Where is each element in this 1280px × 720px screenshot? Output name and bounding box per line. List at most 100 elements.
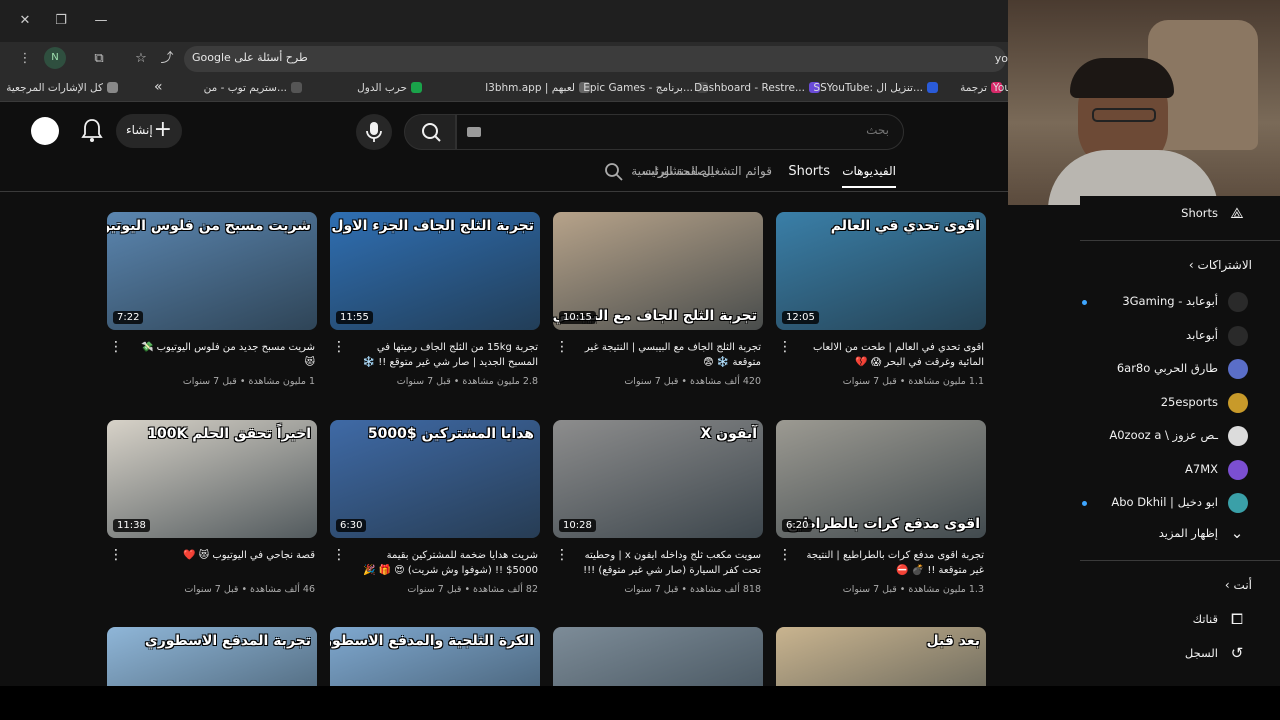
thumbnail-caption: اخيراً تحقق الحلم 100K <box>147 426 311 442</box>
more-actions-icon[interactable]: ⋮ <box>332 548 346 562</box>
voice-search-button[interactable] <box>356 114 392 150</box>
bookmark-favicon-icon <box>411 82 422 93</box>
keyboard-icon[interactable] <box>467 127 481 137</box>
tab-posts[interactable]: المنشورات <box>643 164 698 178</box>
video-card[interactable]: تجربة الثلج الجاف مع البيبسي 10:15 تجربة ا… <box>553 212 763 387</box>
show-more-button[interactable]: ⌄ إظهار المزيد <box>1076 520 1256 548</box>
bookmark-label: SSYouTube: تنزيل ال... <box>813 82 923 94</box>
create-button[interactable]: إنشاء + <box>116 114 182 148</box>
bookmark-item[interactable]: Dashboard - Restre... <box>694 82 820 94</box>
bookmark-item[interactable]: l3bhm.app | لعبهم <box>485 82 590 94</box>
search-field[interactable] <box>456 114 904 150</box>
video-card[interactable]: اقوى تحدي في العالم 12:05 اقوى تحدي في الع… <box>776 212 986 387</box>
subscription-item[interactable]: طارق الحربي 6ar8o <box>1076 355 1256 383</box>
bookmark-item[interactable]: حرب الدول <box>357 82 422 94</box>
duration-badge: 10:15 <box>559 311 596 324</box>
channel-search-icon[interactable] <box>604 162 624 182</box>
more-bookmarks-chevron-icon[interactable]: « <box>154 79 163 95</box>
browser-profile-avatar[interactable]: N <box>44 47 66 69</box>
account-avatar[interactable] <box>31 117 59 145</box>
subscription-item[interactable]: أبوعابد - 3Gaming <box>1076 288 1256 316</box>
video-title[interactable]: شريت مسبح جديد من فلوس اليوتيوب 💸 😻 <box>129 340 315 370</box>
tab-shorts[interactable]: Shorts <box>788 164 830 179</box>
subscription-label: ـص عزوز \ A0zooz a <box>1109 428 1218 442</box>
subscription-label: أبوعابد - 3Gaming <box>1122 294 1218 308</box>
tab-playlists[interactable]: قوائم التشغيل <box>702 164 772 178</box>
channel-avatar <box>1228 493 1248 513</box>
video-thumbnail[interactable]: اخيراً تحقق الحلم 100K 11:38 <box>107 420 317 538</box>
menu-dots-icon[interactable]: ⋮ <box>14 48 36 70</box>
video-thumbnail[interactable]: تجربة الثلج الجاف مع البيبسي 10:15 <box>553 212 763 330</box>
video-thumbnail[interactable]: اقوى مدفع كرات بالطراطيع 6:20 <box>776 420 986 538</box>
video-meta: 46 ألف مشاهدة • قبل 7 سنوات <box>184 584 315 595</box>
tab-videos[interactable]: الفيديوهات <box>842 164 896 188</box>
video-thumbnail[interactable]: اقوى تحدي في العالم 12:05 <box>776 212 986 330</box>
sidebar-item-history[interactable]: ↺ السجل <box>1076 640 1256 668</box>
more-actions-icon[interactable]: ⋮ <box>109 340 123 354</box>
subscriptions-heading[interactable]: الاشتراكات › <box>1189 258 1252 272</box>
microphone-icon <box>366 122 382 142</box>
sidebar-item-your-channel[interactable]: ⧠ قناتك <box>1076 606 1256 634</box>
channel-avatar <box>1228 325 1248 346</box>
minimize-window-icon[interactable]: — <box>92 12 110 30</box>
video-card[interactable]: آيفون X 10:28 سويت مكعب ثلج وداخله ايفون x… <box>553 420 763 595</box>
video-card[interactable]: تجربة الثلج الجاف الجزء الاول 11:55 تجربة … <box>330 212 540 387</box>
video-thumbnail[interactable]: شريت مسبح من فلوس اليوتيوب 7:22 <box>107 212 317 330</box>
video-title[interactable]: قصة نجاحي في اليوتيوب 😻 ❤️ <box>129 548 315 563</box>
address-bar-text: طرح أسئلة على Google <box>192 51 308 64</box>
thumbnail-caption: الكرة الثلجية والمدفع الاسطوري <box>330 633 534 649</box>
video-thumbnail[interactable]: تجربة الثلج الجاف الجزء الاول 11:55 <box>330 212 540 330</box>
bookmark-label: حرب الدول <box>357 82 407 94</box>
extensions-icon[interactable]: ⧉ <box>88 48 110 70</box>
more-actions-icon[interactable]: ⋮ <box>778 340 792 354</box>
channel-icon: ⧠ <box>1230 610 1243 628</box>
video-title[interactable]: اقوى تحدي في العالم | طحت من الالعاب الم… <box>798 340 984 370</box>
video-meta: 818 ألف مشاهدة • قبل 7 سنوات <box>624 584 761 595</box>
video-card[interactable]: شريت مسبح من فلوس اليوتيوب 7:22 شريت مسبح … <box>107 212 317 387</box>
subscription-item[interactable]: أبوعابد <box>1076 322 1256 350</box>
bookmark-item[interactable]: Epic Games - برنامج... <box>583 82 708 94</box>
more-actions-icon[interactable]: ⋮ <box>555 340 569 354</box>
thumbnail-caption: اقوى مدفع كرات بالطراطيع <box>787 516 980 532</box>
bookmark-star-icon[interactable]: ☆ <box>130 48 152 70</box>
chevron-down-icon: ⌄ <box>1230 524 1244 542</box>
restore-window-icon[interactable]: ❐ <box>52 12 70 30</box>
more-actions-icon[interactable]: ⋮ <box>555 548 569 562</box>
notifications-bell-icon[interactable] <box>80 118 104 144</box>
bookmark-favicon-icon <box>291 82 302 93</box>
video-title[interactable]: شريت هدايا ضخمة للمشتركين بقيمة 5000$ !!… <box>352 548 538 578</box>
bookmark-item[interactable]: كل الإشارات المرجعية <box>6 82 118 94</box>
you-heading[interactable]: أنت › <box>1225 578 1252 592</box>
new-content-dot <box>1082 501 1087 506</box>
bookmark-label: ستريم توب - من... <box>203 82 287 94</box>
video-title[interactable]: تجربة اقوى مدفع كرات بالطراطيع | النتيجة… <box>798 548 984 578</box>
subscription-item[interactable]: ـص عزوز \ A0zooz a <box>1076 422 1256 450</box>
video-card[interactable]: هدايا المشتركين $5000 6:30 شريت هدايا ضخمة… <box>330 420 540 595</box>
subscription-item[interactable]: ابو دخيل | Abo Dkhil <box>1076 489 1256 517</box>
show-more-label: إظهار المزيد <box>1158 526 1218 540</box>
sidebar-item-shorts[interactable]: ⟁ Shorts <box>1076 200 1256 228</box>
address-bar[interactable]: طرح أسئلة على Google <box>184 46 1006 72</box>
more-actions-icon[interactable]: ⋮ <box>109 548 123 562</box>
thumbnail-caption: تجربة المدفع الاسطوري <box>144 633 311 649</box>
more-actions-icon[interactable]: ⋮ <box>332 340 346 354</box>
video-title[interactable]: سويت مكعب ثلج وداخله ايفون x | وحطيته تح… <box>575 548 761 578</box>
video-thumbnail[interactable]: هدايا المشتركين $5000 6:30 <box>330 420 540 538</box>
bookmark-label: كل الإشارات المرجعية <box>6 82 103 94</box>
video-card[interactable]: اخيراً تحقق الحلم 100K 11:38 قصة نجاحي في … <box>107 420 317 595</box>
video-card[interactable]: اقوى مدفع كرات بالطراطيع 6:20 تجربة اقوى م… <box>776 420 986 595</box>
bookmark-item[interactable]: ستريم توب - من... <box>204 82 302 94</box>
video-title[interactable]: تجربة 15kg من الثلج الجاف رميتها في المس… <box>352 340 538 370</box>
video-title[interactable]: تجربة الثلج الجاف مع البيبسي | النتيجة غ… <box>575 340 761 370</box>
bookmark-item[interactable]: SSYouTube: تنزيل ال... <box>813 82 938 94</box>
subscription-item[interactable]: A7MX <box>1076 456 1256 484</box>
duration-badge: 11:55 <box>336 311 373 324</box>
close-window-icon[interactable]: ✕ <box>16 12 34 30</box>
more-actions-icon[interactable]: ⋮ <box>778 548 792 562</box>
search-input[interactable] <box>489 123 889 137</box>
duration-badge: 7:22 <box>113 311 144 324</box>
share-icon[interactable]: ⤴ <box>156 48 178 70</box>
search-button[interactable] <box>404 114 456 150</box>
video-thumbnail[interactable]: آيفون X 10:28 <box>553 420 763 538</box>
subscription-item[interactable]: 25esports <box>1076 389 1256 417</box>
